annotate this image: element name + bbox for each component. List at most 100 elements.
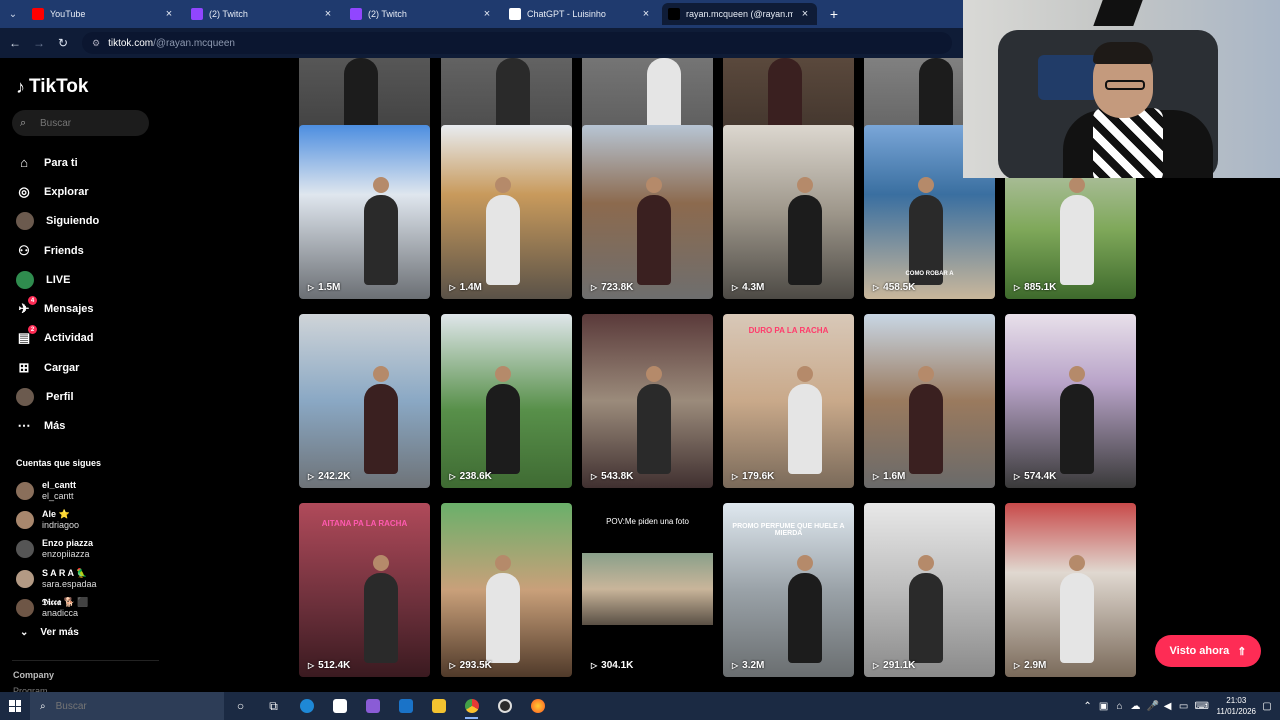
video-card[interactable]: ▷ 1.5M [299,125,430,299]
tray-app-icon[interactable]: ▣ [1099,701,1109,712]
play-icon: ▷ [1014,283,1021,292]
video-card[interactable]: POV:Me piden una foto ▷ 304.1K [582,503,713,677]
sidebar-item-para-ti[interactable]: ⌂ Para ti [16,148,99,177]
browser-tab[interactable]: (2) Twitch × [185,3,340,25]
view-count-value: 304.1K [601,660,634,671]
view-count: ▷ 1.6M [873,471,905,482]
chrome-icon[interactable] [455,692,488,720]
video-card[interactable]: ▷ 574.4K [1005,314,1136,488]
video-card[interactable]: ▷ 1.4M [440,125,572,299]
sidebar-item-actividad[interactable]: ▤ 2 Actividad [16,324,99,353]
tiktok-logo[interactable]: ♪ TikTok [16,76,88,98]
video-card[interactable]: ▷ 238.6K [440,314,572,488]
following-account[interactable]: S A R A 🦜 sara.espadaa [16,564,97,593]
view-count-value: 458.5K [883,282,916,293]
clock-time: 21:03 [1226,696,1247,705]
visto-ahora-button[interactable]: Visto ahora ⇑ [1155,635,1261,667]
taskbar-clock[interactable]: 21:03 11/01/2026 [1217,695,1256,717]
view-count: ▷ 1.5M [308,282,340,293]
video-card[interactable]: ▷ 291.1K [864,503,995,677]
video-card[interactable]: ▷ 242.2K [299,314,430,488]
forward-button[interactable]: → [30,34,48,52]
sidebar-item-friends[interactable]: ⚇ Friends [16,236,99,265]
play-icon: ▷ [308,472,315,481]
company-link[interactable]: Company [13,670,54,680]
network-icon[interactable]: ⌂ [1115,701,1125,712]
tab-title: rayan.mcqueen (@rayan.mcque [686,9,793,19]
video-card[interactable]: ▷ 1.6M [864,314,995,488]
video-card[interactable]: DURO PA LA RACHA ▷ 179.6K [723,314,854,488]
taskbar-search[interactable]: ⌕ [30,692,224,720]
file-explorer-icon[interactable] [422,692,455,720]
outlook-icon[interactable] [389,692,422,720]
video-card[interactable]: ▷ 293.5K [440,503,572,677]
visual-studio-icon[interactable] [356,692,389,720]
close-tab-icon[interactable]: × [163,8,175,20]
microphone-icon[interactable]: 🎤 [1147,701,1159,712]
reload-button[interactable]: ↻ [54,34,72,52]
sidebar-item-explorar[interactable]: ◎ Explorar [16,177,99,206]
tab-list-dropdown-icon[interactable]: ⌄ [0,0,26,28]
see-more-button[interactable]: ⌄ Ver más [20,627,79,638]
store-icon[interactable] [323,692,356,720]
play-icon: ▷ [1014,661,1021,670]
sidebar-item-cargar[interactable]: ⊞ Cargar [16,353,99,382]
messages-icon: ✈ 4 [16,296,37,317]
video-card[interactable]: PROMO PERFUME QUE HUELE A MIERDA ▷ 3.2M [723,503,854,677]
start-button[interactable] [0,692,30,720]
close-tab-icon[interactable]: × [481,8,493,20]
task-view-icon[interactable]: ⧉ [257,692,290,720]
obs-icon[interactable] [488,692,521,720]
sidebar-item-mas[interactable]: ⋯ Más [16,412,99,441]
browser-tab[interactable]: (2) Twitch × [344,3,499,25]
tab-title: (2) Twitch [209,9,248,19]
sidebar-item-siguiendo[interactable]: Siguiendo [16,207,99,236]
play-icon: ▷ [591,472,598,481]
video-card[interactable]: ▷ 723.8K [582,125,713,299]
browser-tab[interactable]: YouTube × [26,3,181,25]
browser-tab[interactable]: rayan.mcqueen (@rayan.mcque × [662,3,817,25]
sidebar-item-label: Actividad [44,332,94,345]
notification-badge: 4 [28,296,37,306]
compass-icon: ◎ [18,183,30,199]
close-tab-icon[interactable]: × [799,8,811,20]
sidebar-item-label: Perfil [46,391,74,404]
video-caption: COMO ROBAR A [905,271,954,277]
following-account[interactable]: 𝕯𝖎𝖈𝖈𝖆 🐕 ⬛ anadicca [16,594,97,623]
video-card[interactable]: AITANA PA LA RACHA ▷ 512.4K [299,503,430,677]
close-tab-icon[interactable]: × [640,8,652,20]
new-tab-button[interactable]: + [825,5,843,23]
chevron-down-icon: ⌄ [20,627,29,638]
sidebar-item-perfil[interactable]: Perfil [16,382,99,411]
tray-chevron-icon[interactable]: ⌃ [1083,701,1093,712]
thumbnail-figure [364,384,398,474]
video-card[interactable]: ▷ 2.9M [1005,503,1136,677]
video-card[interactable]: ▷ 4.3M [723,125,854,299]
close-tab-icon[interactable]: × [322,8,334,20]
cloud-icon[interactable]: ☁ [1131,701,1141,712]
browser-tab[interactable]: ChatGPT - Luisinho × [503,3,658,25]
edge-icon[interactable] [290,692,323,720]
volume-icon[interactable]: ◀ [1163,701,1173,712]
notifications-icon[interactable]: ▢ [1262,701,1272,712]
sidebar-item-mensajes[interactable]: ✈ 4 Mensajes [16,294,99,323]
taskbar-search-input[interactable] [55,700,176,712]
search-box[interactable]: ⌕ [12,110,149,136]
address-bar[interactable]: ⚙ tiktok.com/@rayan.mcqueen [82,32,952,54]
video-card[interactable]: ▷ 543.8K [582,314,713,488]
account-name: Ale ⭐ [42,509,70,520]
notification-badge: 2 [28,325,37,335]
site-info-icon[interactable]: ⚙ [92,38,100,49]
following-account[interactable]: Ale ⭐ indriagoo [16,505,97,534]
search-input[interactable] [40,117,140,129]
following-account[interactable]: Enzo piazza enzopiiazza [16,535,97,564]
battery-icon[interactable]: ▭ [1179,701,1189,712]
following-account[interactable]: el_cantt el_cantt [16,476,97,505]
thumbnail-figure-head [797,177,813,193]
language-icon[interactable]: ⌨ [1195,701,1209,712]
back-button[interactable]: ← [6,34,24,52]
tiktok-sidebar: ♪ TikTok ⌕ ⌂ Para ti ◎ Explorar Siguiendo ⚇ Fr… [0,58,160,696]
firefox-icon[interactable] [521,692,554,720]
sidebar-item-live[interactable]: LIVE [16,265,99,294]
cortana-icon[interactable]: ○ [224,692,257,720]
